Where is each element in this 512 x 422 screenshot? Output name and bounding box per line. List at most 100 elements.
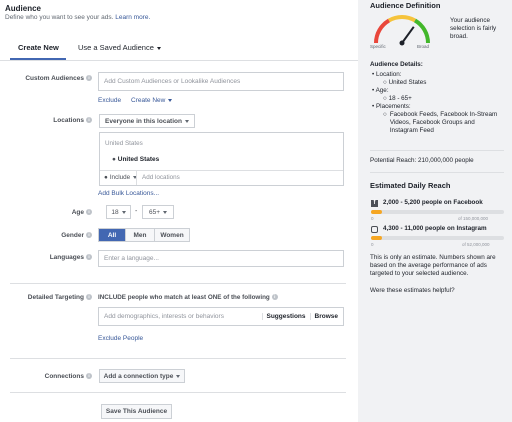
- detail-placements: • Placements:: [372, 103, 411, 110]
- selected-location-label: United States: [117, 156, 160, 163]
- facebook-reach-bar: [371, 210, 382, 214]
- tab-create-new[interactable]: Create New: [18, 43, 59, 52]
- exclude-people-link[interactable]: Exclude People: [98, 335, 143, 342]
- detail-age: • Age:: [372, 87, 389, 94]
- save-audience-button[interactable]: Save This Audience: [101, 404, 172, 419]
- age-label-text: Age: [71, 209, 84, 216]
- info-icon[interactable]: i: [86, 254, 92, 261]
- detail-location-value: ○ United States: [383, 79, 427, 86]
- audience-definition-title: Audience Definition: [370, 1, 441, 10]
- age-dash: -: [135, 208, 138, 215]
- facebook-reach-text: 2,000 - 5,200 people on Facebook: [383, 199, 483, 206]
- connections-label-text: Connections: [44, 373, 84, 380]
- location-group-header: United States: [105, 140, 143, 147]
- selected-location[interactable]: ● United States: [112, 156, 159, 163]
- facebook-reach-min: 0: [371, 216, 374, 221]
- custom-audiences-label: Custom Audiences i: [8, 75, 92, 82]
- instagram-icon: [371, 226, 378, 233]
- detailed-targeting-label-text: Detailed Targeting: [27, 294, 84, 301]
- audience-definition-text: Your audience selection is fairly broad.: [450, 17, 497, 40]
- tab-divider: [0, 60, 358, 61]
- detail-age-value: ○ 18 - 65+: [383, 95, 412, 102]
- add-bulk-locations-link[interactable]: Add Bulk Locations...: [98, 190, 159, 197]
- gauge-needle: [401, 26, 415, 44]
- chevron-down-icon: [121, 210, 126, 214]
- custom-audiences-input[interactable]: Add Custom Audiences or Lookalike Audien…: [98, 72, 344, 91]
- add-connection-type-dropdown[interactable]: Add a connection type: [99, 369, 185, 383]
- facebook-reach-track: [371, 210, 504, 214]
- custom-audiences-label-text: Custom Audiences: [25, 75, 84, 82]
- detailed-targeting-instruction: INCLUDE people who match at least ONE of…: [98, 294, 278, 301]
- detail-placements-label: Placements:: [375, 103, 411, 110]
- age-min-value: 18: [111, 208, 119, 216]
- info-icon[interactable]: i: [86, 232, 92, 239]
- info-icon[interactable]: i: [271, 294, 278, 301]
- detail-location: • Location:: [372, 71, 402, 78]
- gauge-arc-specific: [374, 18, 391, 44]
- gauge-broad-label: Broad: [417, 44, 430, 49]
- include-dropdown[interactable]: ● Include: [104, 174, 138, 181]
- audience-details-title: Audience Details:: [370, 61, 423, 68]
- age-label: Age i: [8, 209, 92, 216]
- languages-label: Languages i: [8, 254, 92, 261]
- learn-more-link[interactable]: Learn more.: [115, 14, 150, 21]
- create-new-label: Create New: [131, 97, 166, 104]
- add-locations-input[interactable]: Add locations: [142, 174, 180, 181]
- gender-label: Gender i: [8, 232, 92, 239]
- facebook-reach-max: of 150,000,000: [458, 216, 489, 221]
- section-divider: [10, 392, 346, 393]
- include-divider: [136, 171, 137, 185]
- location-pin-icon: ●: [104, 174, 108, 181]
- gauge-specific-label: Specific: [370, 44, 386, 49]
- info-icon[interactable]: i: [86, 117, 92, 124]
- instruction-text: INCLUDE people who match at least ONE of…: [98, 294, 270, 301]
- age-max-value: 65+: [148, 208, 161, 216]
- tab-use-saved-audience[interactable]: Use a Saved Audience: [78, 43, 161, 52]
- potential-reach: Potential Reach: 210,000,000 people: [370, 157, 474, 164]
- location-scope-dropdown[interactable]: Everyone in this location: [99, 114, 195, 128]
- locations-label: Locations i: [8, 117, 92, 124]
- gender-men-button[interactable]: Men: [126, 229, 155, 241]
- instagram-reach-bar: [371, 236, 382, 240]
- estimates-feedback-link[interactable]: Were these estimates helpful?: [370, 287, 455, 295]
- estimated-daily-reach-title: Estimated Daily Reach: [370, 181, 451, 190]
- detailed-targeting-label: Detailed Targeting i: [8, 294, 92, 301]
- gender-all-button[interactable]: All: [99, 229, 126, 241]
- detail-placements-value-text: Facebook Feeds, Facebook In-Stream Video…: [389, 111, 498, 134]
- detailed-targeting-input: Add demographics, interests or behaviors…: [98, 307, 344, 326]
- languages-label-text: Languages: [49, 254, 84, 261]
- instagram-reach-track: [371, 236, 504, 240]
- suggestions-button[interactable]: Suggestions: [261, 313, 310, 320]
- gauge-pivot: [399, 40, 405, 46]
- detailed-targeting-placeholder[interactable]: Add demographics, interests or behaviors: [104, 313, 262, 320]
- tab-use-saved-audience-label: Use a Saved Audience: [78, 43, 154, 52]
- chevron-down-icon: [176, 374, 181, 378]
- chevron-down-icon: [156, 47, 161, 50]
- info-icon[interactable]: i: [86, 294, 92, 301]
- detail-location-value-text: United States: [388, 79, 427, 86]
- gauge-arc-middle: [388, 15, 416, 23]
- age-max-select[interactable]: 65+: [142, 205, 174, 219]
- page-title: Audience: [5, 4, 42, 13]
- info-icon[interactable]: i: [86, 209, 92, 216]
- include-label: Include: [109, 174, 131, 181]
- create-new-dropdown[interactable]: Create New: [131, 97, 173, 104]
- chevron-down-icon: [163, 210, 168, 214]
- gauge-arc-broad: [413, 18, 430, 44]
- custom-audiences-exclude-link[interactable]: Exclude: [98, 97, 121, 104]
- section-divider: [10, 283, 346, 284]
- sidebar-divider: [370, 150, 504, 151]
- sidebar-divider: [370, 172, 504, 173]
- age-min-select[interactable]: 18: [106, 205, 131, 219]
- detail-age-value-text: 18 - 65+: [388, 95, 412, 102]
- gender-women-button[interactable]: Women: [155, 229, 189, 241]
- connections-label: Connections i: [8, 373, 92, 380]
- subtitle-text: Define who you want to see your ads.: [5, 14, 114, 21]
- info-icon[interactable]: i: [86, 373, 92, 380]
- location-pin-icon: ●: [112, 156, 116, 163]
- languages-input[interactable]: Enter a language...: [98, 250, 344, 267]
- connection-type-label: Add a connection type: [103, 372, 174, 380]
- info-icon[interactable]: i: [86, 75, 92, 82]
- location-scope-label: Everyone in this location: [105, 117, 182, 125]
- browse-button[interactable]: Browse: [309, 313, 338, 320]
